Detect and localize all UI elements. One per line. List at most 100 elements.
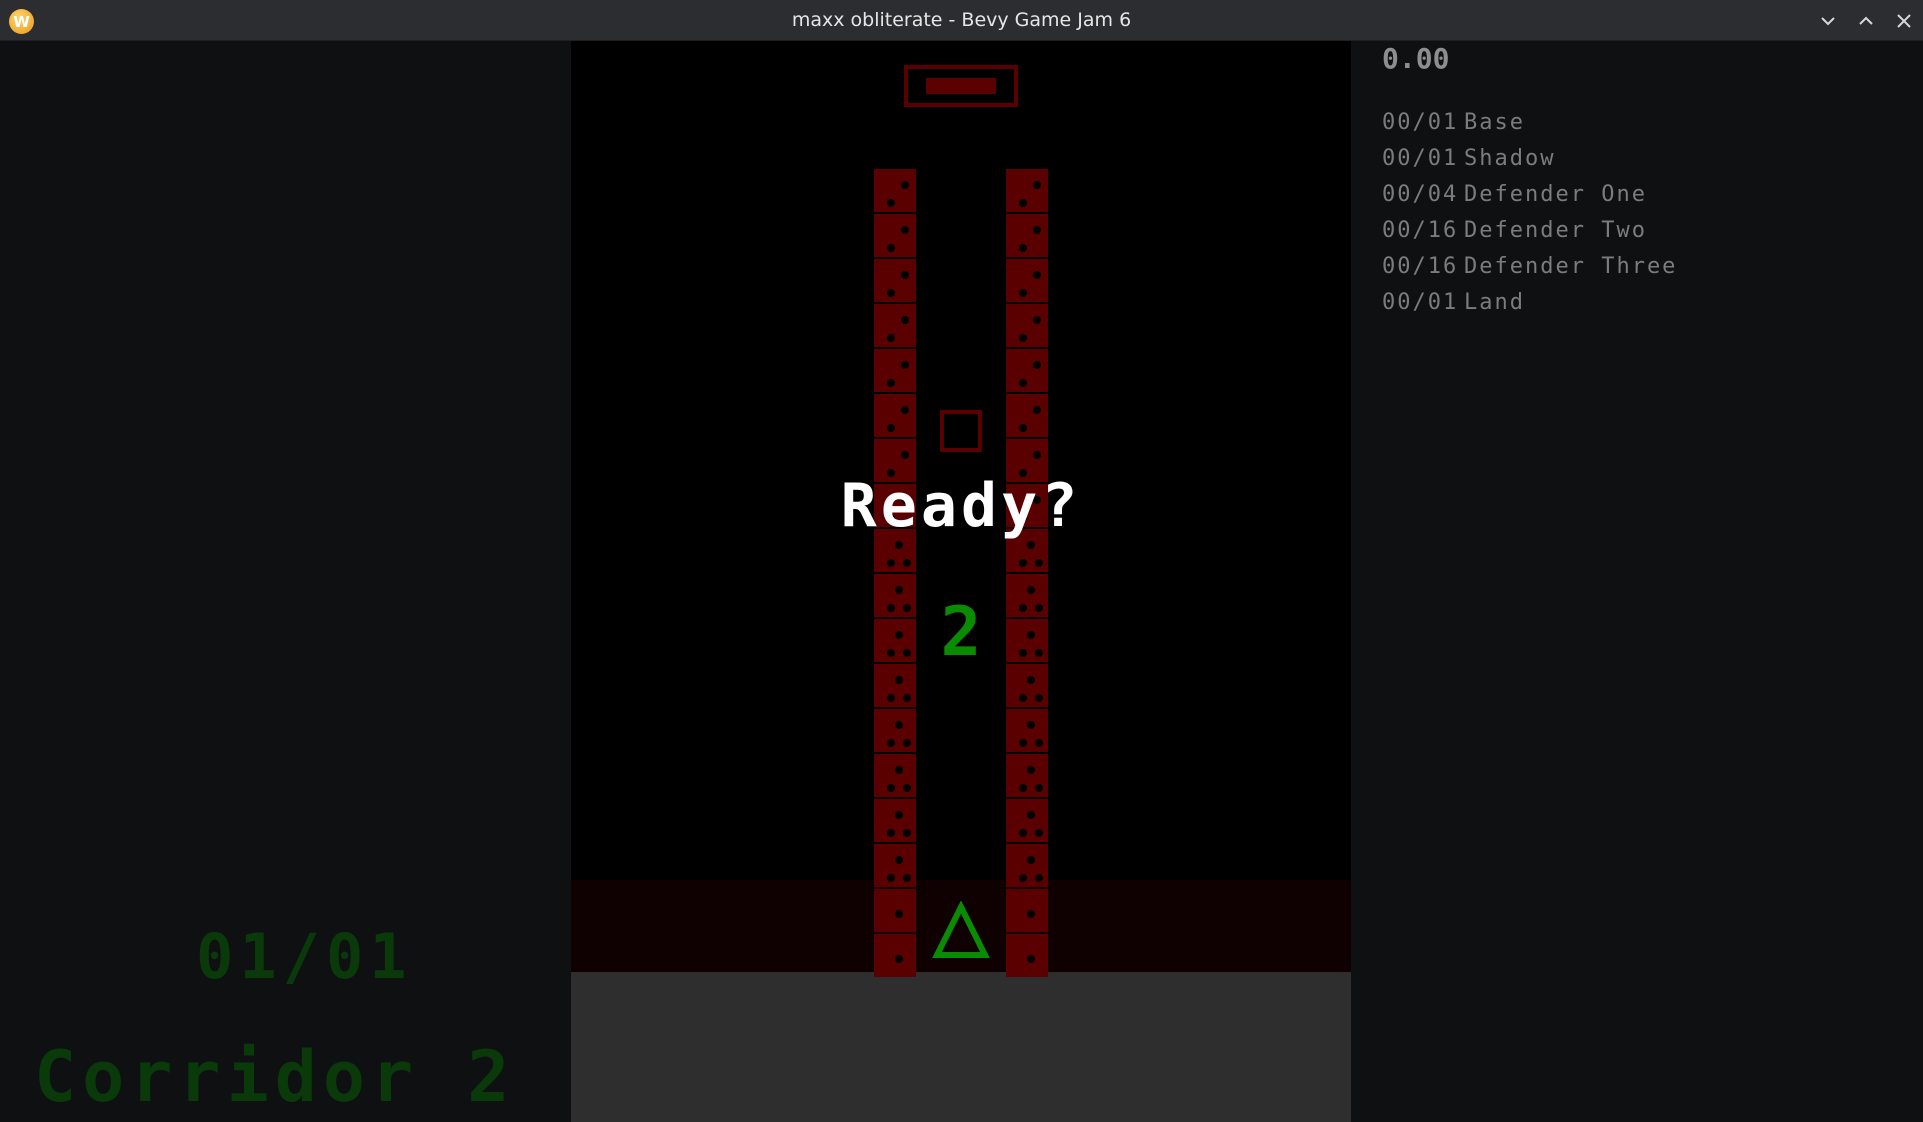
- level-name: Corridor 2: [34, 1036, 516, 1118]
- block-dot: [901, 316, 909, 324]
- player-triangle-icon: [932, 901, 990, 958]
- enemy-block: [1006, 304, 1048, 347]
- enemy-block: [874, 844, 916, 887]
- block-dot: [887, 379, 895, 387]
- block-dot: [1027, 955, 1035, 963]
- block-dot: [1033, 361, 1041, 369]
- block-dot: [895, 955, 903, 963]
- enemy-block: [1006, 844, 1048, 887]
- enemy-block: [874, 214, 916, 257]
- enemy-block: [1006, 349, 1048, 392]
- app-icon: W: [9, 9, 34, 34]
- block-dot: [903, 739, 911, 747]
- block-dot: [1019, 739, 1027, 747]
- stat-label: Defender Two: [1464, 218, 1647, 243]
- stat-label: Base: [1464, 110, 1525, 135]
- enemy-block: [1006, 934, 1048, 977]
- block-dot: [887, 289, 895, 297]
- block-dot: [1033, 226, 1041, 234]
- close-button[interactable]: [1893, 10, 1915, 32]
- block-dot: [895, 676, 903, 684]
- block-dot: [1035, 829, 1043, 837]
- floor: [571, 972, 1351, 1122]
- block-dot: [1019, 199, 1027, 207]
- block-dot: [1027, 910, 1035, 918]
- window-controls: [1817, 0, 1915, 41]
- block-dot: [895, 541, 903, 549]
- enemy-block: [874, 889, 916, 932]
- block-dot: [1027, 811, 1035, 819]
- block-dot: [1019, 244, 1027, 252]
- block-dot: [1019, 559, 1027, 567]
- enemy-block: [874, 259, 916, 302]
- block-dot: [901, 271, 909, 279]
- enemy-block: [874, 169, 916, 212]
- ready-prompt: Ready?: [840, 471, 1082, 541]
- top-target-block: [904, 65, 1018, 107]
- enemy-block: [1006, 169, 1048, 212]
- block-dot: [895, 910, 903, 918]
- block-dot: [903, 874, 911, 882]
- stat-count: 00/01: [1382, 290, 1459, 315]
- block-dot: [1033, 316, 1041, 324]
- block-dot: [1033, 406, 1041, 414]
- stat-row: 00/16 Defender Three: [1382, 254, 1677, 290]
- block-dot: [895, 811, 903, 819]
- stat-row: 00/01 Base: [1382, 110, 1677, 146]
- block-dot: [887, 559, 895, 567]
- stat-row: 00/04 Defender One: [1382, 182, 1677, 218]
- enemy-block: [1006, 214, 1048, 257]
- block-dot: [895, 856, 903, 864]
- block-dot: [1019, 379, 1027, 387]
- left-block-column: [874, 169, 916, 979]
- block-dot: [901, 361, 909, 369]
- enemy-block: [874, 799, 916, 842]
- block-dot: [903, 829, 911, 837]
- block-dot: [1027, 676, 1035, 684]
- maximize-icon: [1859, 16, 1873, 25]
- stat-row: 00/16 Defender Two: [1382, 218, 1677, 254]
- stat-count: 00/16: [1382, 254, 1459, 279]
- block-dot: [1033, 181, 1041, 189]
- block-dot: [1019, 874, 1027, 882]
- enemy-block: [874, 754, 916, 797]
- block-dot: [1027, 856, 1035, 864]
- top-target-inner: [926, 78, 996, 94]
- block-dot: [1027, 541, 1035, 549]
- block-dot: [1035, 874, 1043, 882]
- block-dot: [887, 244, 895, 252]
- stat-count: 00/01: [1382, 146, 1459, 171]
- stat-count: 00/16: [1382, 218, 1459, 243]
- maximize-button[interactable]: [1855, 10, 1877, 32]
- block-dot: [1035, 559, 1043, 567]
- enemy-block: [874, 394, 916, 437]
- block-dot: [887, 334, 895, 342]
- projectile-square: [940, 410, 982, 452]
- enemy-block: [1006, 259, 1048, 302]
- block-dot: [1019, 829, 1027, 837]
- block-dot: [1019, 424, 1027, 432]
- block-dot: [901, 226, 909, 234]
- window-titlebar[interactable]: W maxx obliterate - Bevy Game Jam 6: [0, 0, 1923, 41]
- enemy-block: [874, 304, 916, 347]
- block-dot: [901, 406, 909, 414]
- window-title: maxx obliterate - Bevy Game Jam 6: [791, 9, 1132, 31]
- game-playfield[interactable]: Ready? 2: [571, 41, 1351, 1122]
- block-dot: [901, 181, 909, 189]
- enemy-block: [874, 709, 916, 752]
- stats-list: 00/01 Base 00/01 Shadow 00/04 Defender One …: [1382, 110, 1677, 326]
- block-dot: [887, 874, 895, 882]
- stat-count: 00/04: [1382, 182, 1459, 207]
- block-dot: [1035, 784, 1043, 792]
- enemy-block: [1006, 799, 1048, 842]
- block-dot: [903, 694, 911, 702]
- enemy-block: [1006, 754, 1048, 797]
- stat-count: 00/01: [1382, 110, 1459, 135]
- block-dot: [1027, 721, 1035, 729]
- block-dot: [895, 721, 903, 729]
- block-dot: [887, 424, 895, 432]
- minimize-button[interactable]: [1817, 10, 1839, 32]
- block-dot: [903, 784, 911, 792]
- stat-label: Shadow: [1464, 146, 1556, 171]
- stat-row: 00/01 Shadow: [1382, 146, 1677, 182]
